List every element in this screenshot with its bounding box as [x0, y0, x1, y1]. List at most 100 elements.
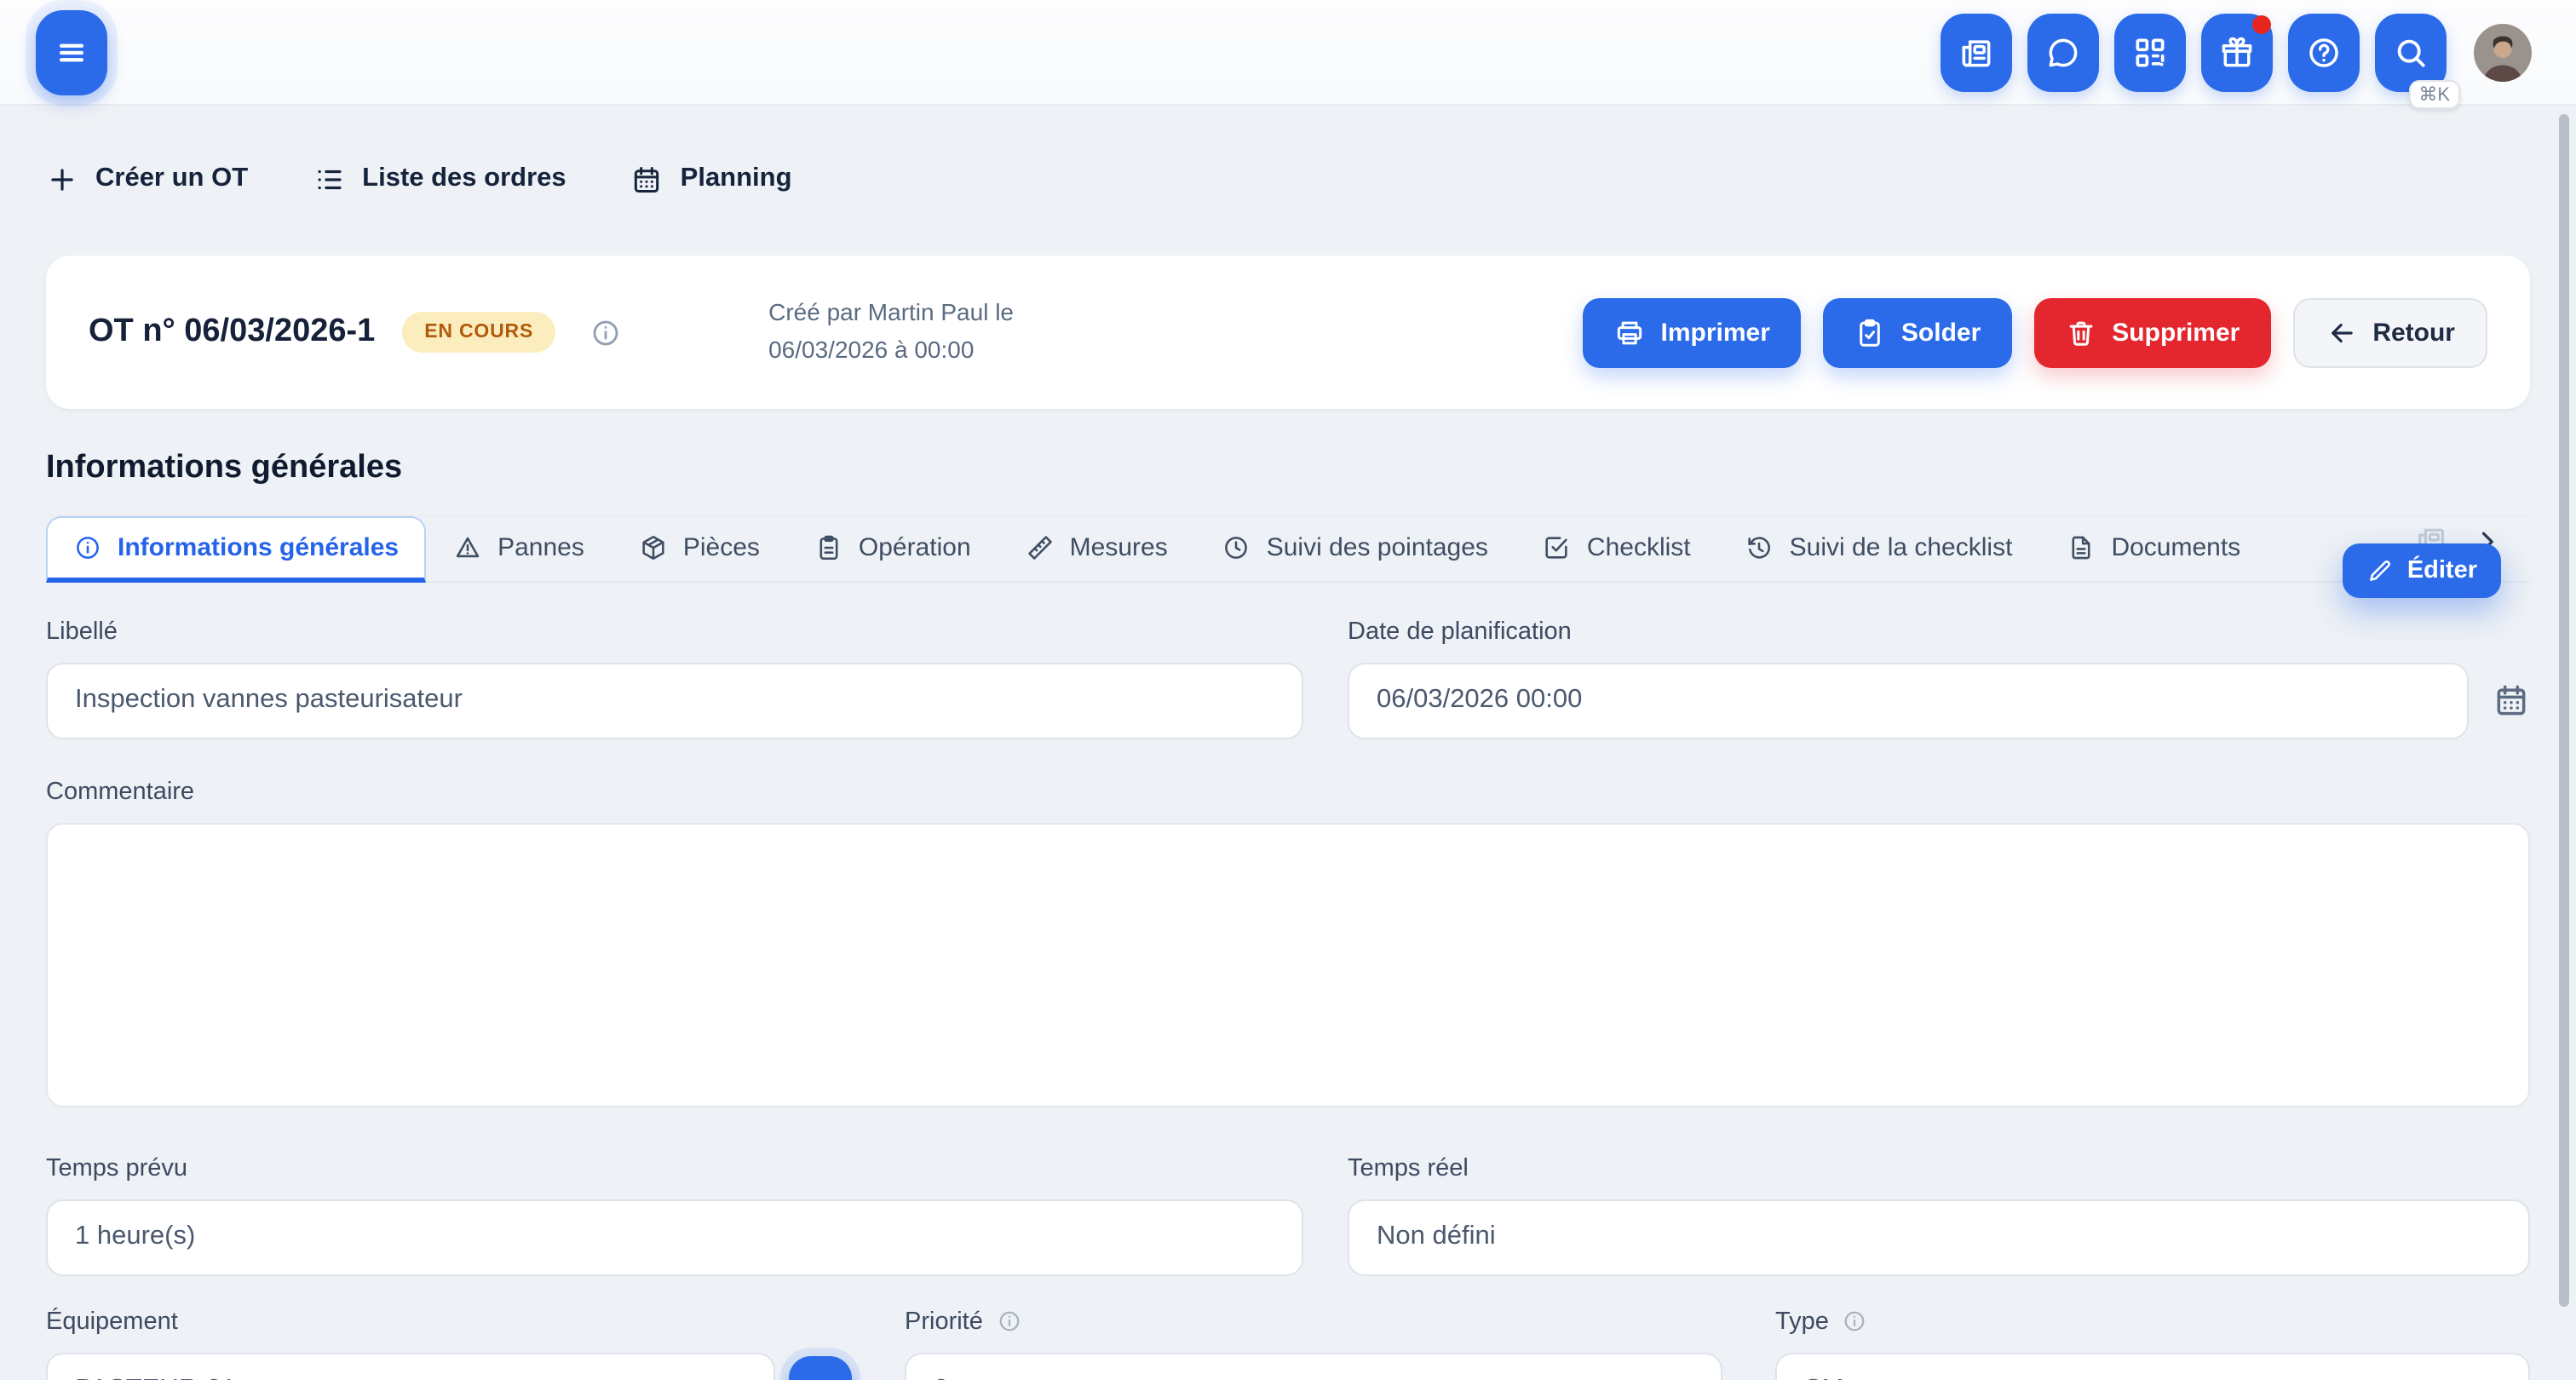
tab-label: Suivi des pointages	[1267, 534, 1488, 563]
tab-pieces[interactable]: Pièces	[612, 516, 787, 581]
tab-suivi-checklist[interactable]: Suivi de la checklist	[1718, 516, 2040, 581]
search-icon	[2392, 33, 2429, 71]
history-icon	[1745, 534, 1774, 563]
tab-bar: Informations générales Pannes Pièces Opé…	[46, 516, 2530, 583]
created-by-line2: 06/03/2026 à 00:00	[768, 332, 1014, 369]
package-icon	[639, 534, 668, 563]
date-planification-label: Date de planification	[1348, 617, 2530, 647]
form-row-3: Temps prévu Temps réel	[46, 1153, 2530, 1276]
libelle-label: Libellé	[46, 617, 1303, 647]
calendar-picker-icon[interactable]	[2493, 682, 2530, 720]
type-input[interactable]	[1775, 1353, 2530, 1380]
tab-label: Documents	[2111, 534, 2240, 563]
form-row-4: Équipement Priorité Type	[46, 1307, 2530, 1380]
delete-button-label: Supprimer	[2112, 318, 2240, 347]
nav-order-list[interactable]: Liste des ordres	[313, 163, 566, 195]
date-planification-input[interactable]	[1348, 663, 2469, 739]
commentaire-label: Commentaire	[46, 777, 2530, 808]
equipement-label: Équipement	[46, 1307, 852, 1337]
edit-button-label: Éditer	[2407, 557, 2477, 584]
nav-create-ot-label: Créer un OT	[95, 164, 248, 194]
tab-checklist[interactable]: Checklist	[1515, 516, 1718, 581]
back-button[interactable]: Retour	[2292, 297, 2487, 367]
workorder-title: OT n° 06/03/2026-1	[89, 313, 375, 351]
check-square-icon	[1543, 534, 1572, 563]
tab-documents[interactable]: Documents	[2039, 516, 2268, 581]
gift-icon	[2218, 33, 2256, 71]
nav-create-ot[interactable]: Créer un OT	[46, 163, 248, 195]
vertical-scrollbar[interactable]	[2559, 114, 2569, 1307]
edit-button[interactable]: Éditer	[2343, 543, 2501, 598]
temps-prevu-input[interactable]	[46, 1199, 1303, 1276]
hamburger-menu-button[interactable]	[36, 9, 107, 95]
topbar-actions: ⌘K	[1941, 13, 2532, 91]
equipement-input[interactable]	[46, 1353, 775, 1380]
field-equipement: Équipement	[46, 1307, 852, 1380]
trash-icon	[2064, 316, 2096, 348]
type-label: Type	[1775, 1308, 1829, 1336]
user-avatar[interactable]	[2474, 23, 2532, 81]
settle-button[interactable]: Solder	[1823, 297, 2011, 367]
print-button[interactable]: Imprimer	[1583, 297, 1801, 367]
settle-button-label: Solder	[1901, 318, 1981, 347]
chat-icon	[2044, 33, 2082, 71]
document-icon	[2067, 534, 2096, 563]
tab-informations-generales[interactable]: Informations générales	[46, 516, 426, 583]
page-content: Créer un OT Liste des ordres Planning OT…	[0, 106, 2576, 1380]
commentaire-textarea[interactable]	[46, 823, 2530, 1107]
help-button[interactable]	[2288, 13, 2360, 91]
search-button[interactable]: ⌘K	[2375, 13, 2447, 91]
tab-label: Checklist	[1587, 534, 1691, 563]
field-temps-prevu: Temps prévu	[46, 1153, 1303, 1276]
gift-button[interactable]	[2201, 13, 2273, 91]
news-button[interactable]	[1941, 13, 2012, 91]
tab-suivi-pointages[interactable]: Suivi des pointages	[1195, 516, 1515, 581]
workorder-header-card: OT n° 06/03/2026-1 EN COURS Créé par Mar…	[46, 256, 2530, 409]
nav-planning-label: Planning	[681, 164, 792, 194]
printer-icon	[1613, 316, 1646, 348]
tab-label: Mesures	[1070, 534, 1168, 563]
arrow-left-icon	[2325, 316, 2357, 348]
temps-reel-label: Temps réel	[1348, 1153, 2530, 1184]
tab-label: Informations générales	[118, 533, 399, 562]
notification-dot	[2252, 14, 2271, 33]
nav-planning[interactable]: Planning	[631, 163, 792, 195]
field-commentaire: Commentaire	[46, 777, 2530, 1116]
back-button-label: Retour	[2372, 318, 2455, 347]
info-circle-icon	[73, 533, 102, 562]
libelle-input[interactable]	[46, 663, 1303, 739]
warning-triangle-icon	[453, 534, 482, 563]
field-temps-reel: Temps réel	[1348, 1153, 2530, 1276]
arrow-right-icon	[805, 1376, 836, 1380]
type-info-icon[interactable]	[1843, 1309, 1868, 1335]
nav-order-list-label: Liste des ordres	[362, 164, 566, 194]
search-shortcut-badge: ⌘K	[2408, 79, 2460, 108]
delete-button[interactable]: Supprimer	[2033, 297, 2270, 367]
tab-mesures[interactable]: Mesures	[998, 516, 1195, 581]
created-by-text: Créé par Martin Paul le 06/03/2026 à 00:…	[768, 296, 1014, 370]
tab-pannes[interactable]: Pannes	[426, 516, 612, 581]
priorite-input[interactable]	[905, 1353, 1722, 1380]
priorite-info-icon[interactable]	[997, 1309, 1022, 1335]
status-badge: EN COURS	[402, 312, 555, 353]
field-priorite: Priorité	[905, 1307, 1722, 1380]
clipboard-icon	[814, 534, 843, 563]
plus-icon	[46, 163, 78, 195]
temps-reel-input[interactable]	[1348, 1199, 2530, 1276]
chat-button[interactable]	[2027, 13, 2099, 91]
app-window: ⌘K Créer un OT Liste des ordres	[0, 0, 2576, 1380]
workorder-actions: Imprimer Solder Supprimer Retour	[1583, 297, 2488, 367]
list-icon	[313, 163, 345, 195]
calendar-icon	[631, 163, 664, 195]
avatar-image	[2474, 23, 2532, 81]
info-icon[interactable]	[589, 316, 622, 348]
qr-code-button[interactable]	[2114, 13, 2186, 91]
help-icon	[2305, 33, 2343, 71]
pencil-icon	[2366, 557, 2394, 584]
tab-operation[interactable]: Opération	[787, 516, 998, 581]
tab-label: Opération	[859, 534, 971, 563]
tab-label: Pannes	[497, 534, 584, 563]
section-title: Informations générales	[46, 450, 2530, 487]
equipement-open-button[interactable]	[789, 1356, 852, 1380]
clipboard-check-icon	[1854, 316, 1886, 348]
